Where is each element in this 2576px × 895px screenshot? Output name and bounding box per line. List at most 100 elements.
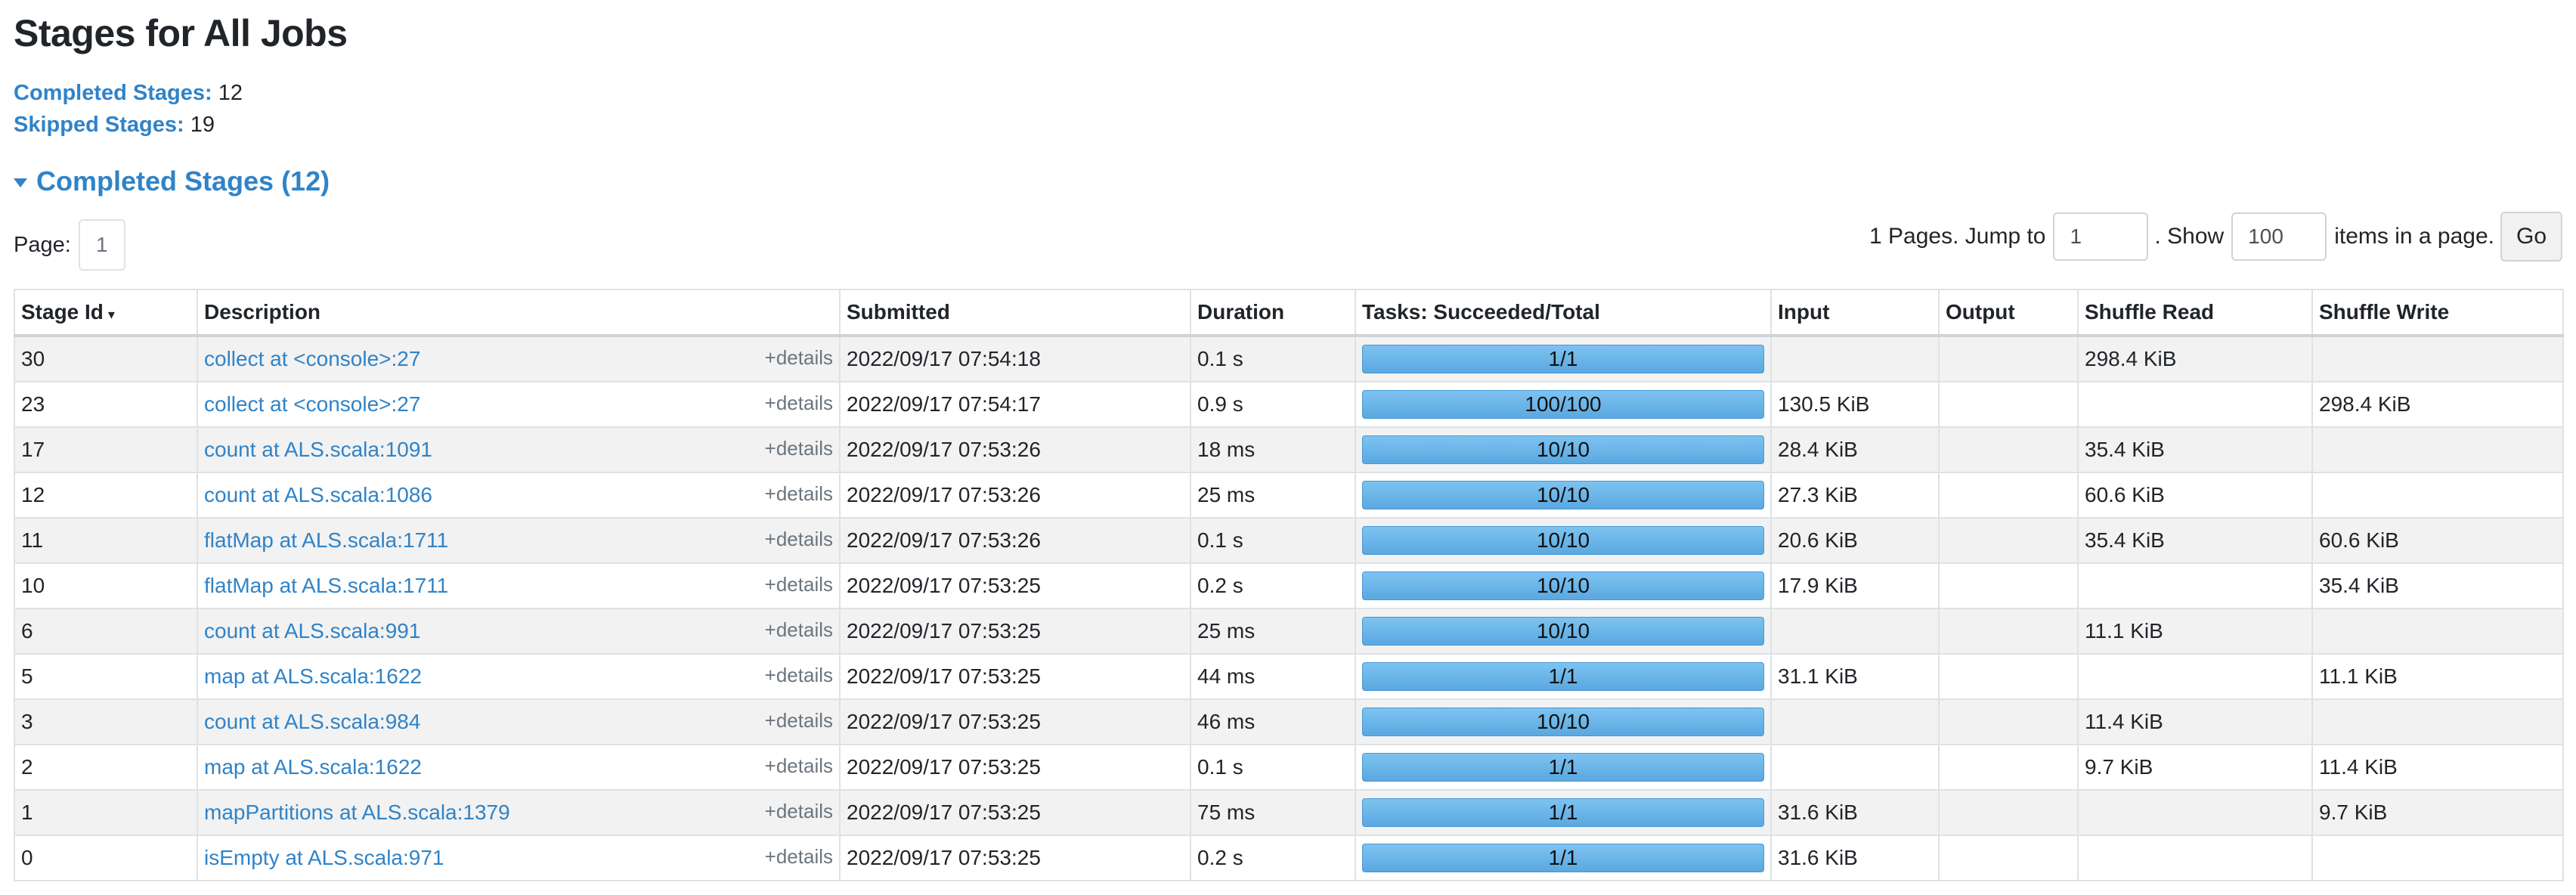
submitted-cell: 2022/09/17 07:53:25 — [839, 744, 1191, 791]
input-cell: 31.6 KiB — [1770, 835, 1940, 881]
shuffle-write-cell — [2311, 608, 2564, 655]
id-cell: 23 — [14, 381, 198, 428]
input-cell — [1770, 608, 1940, 655]
details-toggle[interactable]: +details — [765, 346, 833, 370]
stage-description-link[interactable]: flatMap at ALS.scala:1711 — [204, 574, 448, 597]
description-cell: collect at <console>:27 +details — [197, 335, 841, 382]
header-input[interactable]: Input — [1770, 289, 1940, 337]
description-cell: map at ALS.scala:1622 +details — [197, 653, 841, 700]
skipped-stages-link[interactable]: Skipped Stages: — [14, 113, 184, 137]
input-cell: 17.9 KiB — [1770, 562, 1940, 609]
tasks-cell: 100/100 — [1355, 381, 1772, 428]
details-toggle[interactable]: +details — [765, 528, 833, 551]
details-toggle[interactable]: +details — [765, 573, 833, 596]
input-cell — [1770, 744, 1940, 791]
details-toggle[interactable]: +details — [765, 664, 833, 687]
duration-cell: 25 ms — [1190, 608, 1356, 655]
shuffle-read-cell — [2077, 653, 2313, 700]
go-button[interactable]: Go — [2500, 212, 2562, 262]
completed-stages-toggle[interactable]: Completed Stages (12) — [14, 163, 2562, 200]
header-shuffle-read[interactable]: Shuffle Read — [2077, 289, 2313, 337]
tasks-cell: 1/1 — [1355, 653, 1772, 700]
stage-description-link[interactable]: map at ALS.scala:1622 — [204, 664, 422, 688]
submitted-cell: 2022/09/17 07:53:25 — [839, 698, 1191, 745]
stage-description-link[interactable]: collect at <console>:27 — [204, 347, 420, 370]
collapse-arrow-icon — [14, 178, 27, 187]
tasks-cell: 10/10 — [1355, 517, 1772, 564]
page-number-button[interactable]: 1 — [78, 219, 125, 271]
duration-cell: 18 ms — [1190, 426, 1356, 473]
table-header-row: Stage Id ▾ Description Submitted Duration… — [14, 289, 2564, 337]
shuffle-write-cell: 9.7 KiB — [2311, 789, 2564, 836]
shuffle-read-cell — [2077, 381, 2313, 428]
tasks-cell: 1/1 — [1355, 789, 1772, 836]
stage-description-link[interactable]: count at ALS.scala:984 — [204, 710, 420, 733]
stage-description-link[interactable]: count at ALS.scala:1086 — [204, 483, 432, 506]
tasks-progress-label: 1/1 — [1548, 801, 1578, 824]
input-cell: 20.6 KiB — [1770, 517, 1940, 564]
jump-to-page-input[interactable]: 1 — [2053, 212, 2149, 261]
table-row: 1 mapPartitions at ALS.scala:1379 +details… — [14, 789, 2564, 836]
shuffle-write-cell — [2311, 472, 2564, 519]
submitted-cell: 2022/09/17 07:53:25 — [839, 835, 1191, 881]
header-submitted[interactable]: Submitted — [839, 289, 1191, 337]
page-title: Stages for All Jobs — [14, 12, 348, 54]
tasks-cell: 1/1 — [1355, 335, 1772, 382]
stage-description-link[interactable]: flatMap at ALS.scala:1711 — [204, 528, 448, 552]
section-title: Completed Stages (12) — [36, 166, 330, 197]
details-toggle[interactable]: +details — [765, 800, 833, 823]
skipped-summary: Skipped Stages: 19 — [14, 109, 2562, 141]
tasks-progress-label: 100/100 — [1525, 392, 1602, 416]
stage-description-link[interactable]: isEmpty at ALS.scala:971 — [204, 846, 444, 869]
shuffle-write-cell — [2311, 335, 2564, 382]
details-toggle[interactable]: +details — [765, 392, 833, 415]
stage-description-link[interactable]: mapPartitions at ALS.scala:1379 — [204, 801, 510, 824]
stage-description-link[interactable]: count at ALS.scala:991 — [204, 619, 420, 643]
tasks-cell: 1/1 — [1355, 744, 1772, 791]
tasks-progress-label: 10/10 — [1536, 528, 1590, 552]
duration-cell: 25 ms — [1190, 472, 1356, 519]
stage-description-link[interactable]: collect at <console>:27 — [204, 392, 420, 416]
table-row: 2 map at ALS.scala:1622 +details 2022/09/17… — [14, 744, 2564, 791]
stage-description-link[interactable]: count at ALS.scala:1091 — [204, 438, 432, 461]
header-stage-id[interactable]: Stage Id ▾ — [14, 289, 198, 337]
details-toggle[interactable]: +details — [765, 618, 833, 642]
shuffle-read-cell: 9.7 KiB — [2077, 744, 2313, 791]
description-cell: isEmpty at ALS.scala:971 +details — [197, 835, 841, 881]
sort-desc-icon: ▾ — [107, 307, 115, 322]
id-cell: 0 — [14, 835, 198, 881]
duration-cell: 0.2 s — [1190, 835, 1356, 881]
shuffle-write-cell: 298.4 KiB — [2311, 381, 2564, 428]
stages-page: Stages for All Jobs Completed Stages: 12… — [0, 0, 2576, 881]
tasks-progress-bar: 1/1 — [1362, 798, 1764, 827]
page-size-input[interactable]: 100 — [2231, 212, 2327, 261]
table-row: 17 count at ALS.scala:1091 +details 2022/09… — [14, 426, 2564, 473]
details-toggle[interactable]: +details — [765, 482, 833, 506]
pagination-bar: Page: 1 1 Pages. Jump to 1 . Show 100 it… — [14, 210, 2562, 271]
completed-stages-link[interactable]: Completed Stages: — [14, 81, 212, 105]
shuffle-write-cell: 11.4 KiB — [2311, 744, 2564, 791]
tasks-progress-bar: 10/10 — [1362, 435, 1764, 464]
details-toggle[interactable]: +details — [765, 709, 833, 732]
table-row: 3 count at ALS.scala:984 +details 2022/09/1… — [14, 698, 2564, 745]
tasks-progress-bar: 10/10 — [1362, 526, 1764, 555]
duration-cell: 0.1 s — [1190, 517, 1356, 564]
header-output[interactable]: Output — [1938, 289, 2079, 337]
tasks-progress-bar: 1/1 — [1362, 753, 1764, 782]
stage-description-link[interactable]: map at ALS.scala:1622 — [204, 755, 422, 779]
completed-summary: Completed Stages: 12 — [14, 77, 2562, 109]
header-tasks[interactable]: Tasks: Succeeded/Total — [1355, 289, 1772, 337]
tasks-cell: 10/10 — [1355, 698, 1772, 745]
details-toggle[interactable]: +details — [765, 845, 833, 869]
id-cell: 2 — [14, 744, 198, 791]
details-toggle[interactable]: +details — [765, 754, 833, 778]
submitted-cell: 2022/09/17 07:53:25 — [839, 789, 1191, 836]
details-toggle[interactable]: +details — [765, 437, 833, 460]
header-description[interactable]: Description — [197, 289, 841, 337]
output-cell — [1938, 789, 2079, 836]
header-shuffle-write[interactable]: Shuffle Write — [2311, 289, 2564, 337]
tasks-cell: 10/10 — [1355, 562, 1772, 609]
table-row: 0 isEmpty at ALS.scala:971 +details 2022/09… — [14, 835, 2564, 881]
table-row: 10 flatMap at ALS.scala:1711 +details 2022/… — [14, 562, 2564, 609]
header-duration[interactable]: Duration — [1190, 289, 1356, 337]
